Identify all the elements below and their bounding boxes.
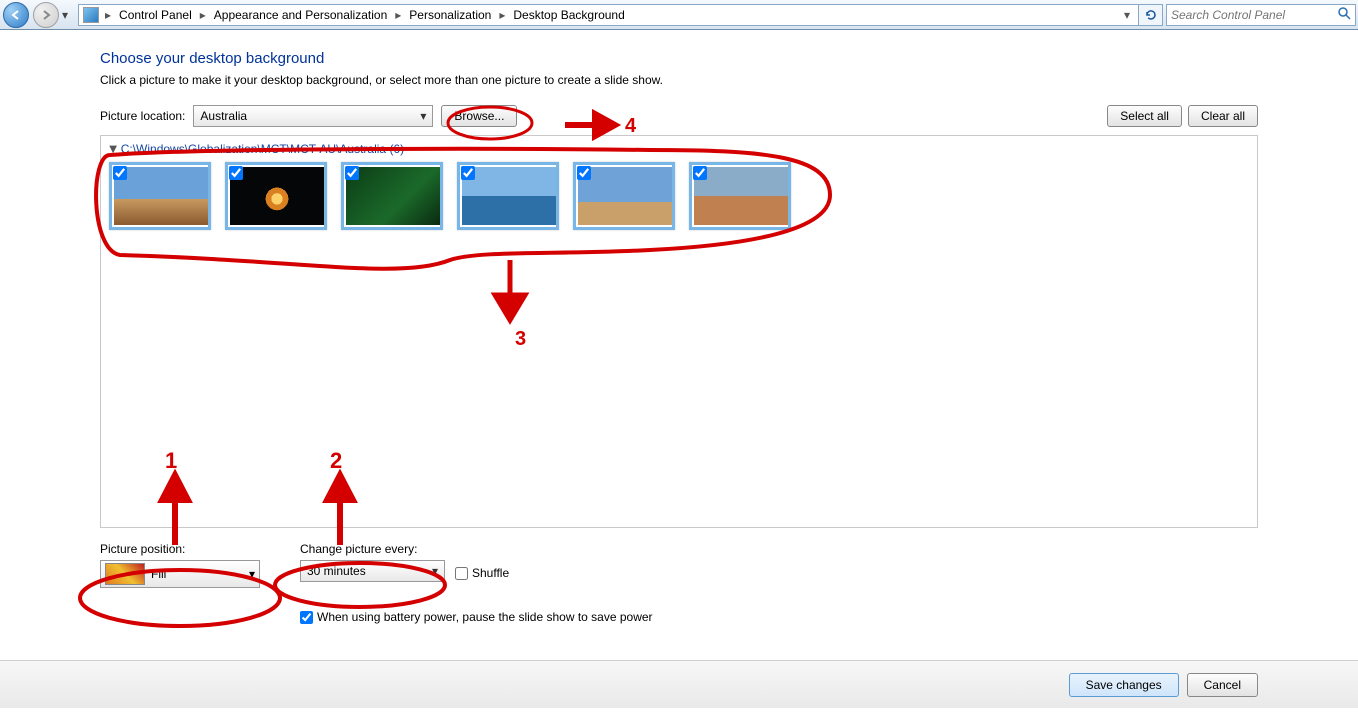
chevron-right-icon: ▸: [391, 8, 405, 22]
chevron-down-icon: ▾: [249, 567, 255, 581]
thumbnail-checkbox[interactable]: [577, 166, 591, 180]
thumbnail[interactable]: [341, 162, 443, 230]
shuffle-row: Shuffle: [455, 566, 509, 580]
thumbnail-image: [694, 167, 788, 225]
image-panel: ▶ C:\Windows\Globalization\MCT\MCT-AU\Au…: [100, 135, 1258, 528]
shuffle-checkbox[interactable]: [455, 567, 468, 580]
thumbnail-image: [462, 167, 556, 225]
chevron-right-icon: ▸: [495, 8, 509, 22]
thumbnail[interactable]: [689, 162, 791, 230]
battery-checkbox[interactable]: [300, 611, 313, 624]
thumbnail-checkbox[interactable]: [113, 166, 127, 180]
search-icon[interactable]: [1337, 6, 1351, 23]
shuffle-label: Shuffle: [472, 566, 509, 580]
group-header[interactable]: ▶ C:\Windows\Globalization\MCT\MCT-AU\Au…: [109, 142, 1249, 156]
thumbnail-checkbox[interactable]: [345, 166, 359, 180]
thumbnail[interactable]: [109, 162, 211, 230]
interval-label: Change picture every:: [300, 542, 653, 556]
crumb-desktop-background[interactable]: Desktop Background: [511, 8, 626, 22]
chevron-down-icon: ▾: [432, 564, 438, 578]
picture-location-value: Australia: [200, 109, 247, 123]
battery-row: When using battery power, pause the slid…: [300, 610, 653, 624]
thumbnail[interactable]: [225, 162, 327, 230]
interval-group: Change picture every: 30 minutes ▾ Shuff…: [300, 542, 653, 624]
page-title: Choose your desktop background: [100, 50, 1258, 67]
refresh-button[interactable]: [1139, 4, 1163, 26]
cancel-button[interactable]: Cancel: [1187, 673, 1258, 697]
select-all-button[interactable]: Select all: [1107, 105, 1182, 127]
chevron-down-icon: ▾: [420, 109, 426, 123]
bottom-controls: Picture position: Fill ▾ Change picture …: [100, 542, 1258, 624]
refresh-icon: [1144, 8, 1158, 22]
main-content: Choose your desktop background Click a p…: [0, 30, 1358, 624]
thumbnail-checkbox[interactable]: [229, 166, 243, 180]
thumbnail[interactable]: [457, 162, 559, 230]
chevron-right-icon: ▸: [101, 8, 115, 22]
group-path: C:\Windows\Globalization\MCT\MCT-AU\Aust…: [121, 142, 404, 156]
crumb-appearance[interactable]: Appearance and Personalization: [212, 8, 389, 22]
search-input[interactable]: [1171, 8, 1337, 22]
picture-position-group: Picture position: Fill ▾: [100, 542, 260, 588]
history-dropdown[interactable]: ▾: [62, 8, 74, 22]
breadcrumb-bar[interactable]: ▸ Control Panel ▸ Appearance and Persona…: [78, 4, 1139, 26]
interval-select[interactable]: 30 minutes ▾: [300, 560, 445, 582]
page-subtext: Click a picture to make it your desktop …: [100, 73, 1258, 87]
picture-location-select[interactable]: Australia ▾: [193, 105, 433, 127]
clear-all-button[interactable]: Clear all: [1188, 105, 1258, 127]
search-box[interactable]: [1166, 4, 1356, 26]
crumb-personalization[interactable]: Personalization: [407, 8, 493, 22]
control-panel-icon: [83, 7, 99, 23]
thumbnail-image: [114, 167, 208, 225]
action-bar: Save changes Cancel: [0, 660, 1358, 708]
position-preview-icon: [105, 563, 145, 585]
picture-position-label: Picture position:: [100, 542, 260, 556]
crumb-control-panel[interactable]: Control Panel: [117, 8, 194, 22]
picture-location-label: Picture location:: [100, 109, 185, 123]
thumbnail-image: [346, 167, 440, 225]
collapse-icon: ▶: [107, 145, 118, 153]
back-button[interactable]: [2, 2, 30, 28]
thumbnail-image: [230, 167, 324, 225]
thumbnail-checkbox[interactable]: [461, 166, 475, 180]
thumbnail-checkbox[interactable]: [693, 166, 707, 180]
address-bar: ▾ ▸ Control Panel ▸ Appearance and Perso…: [0, 0, 1358, 30]
browse-button[interactable]: Browse...: [441, 105, 517, 127]
thumbnail[interactable]: [573, 162, 675, 230]
chevron-right-icon: ▸: [196, 8, 210, 22]
picture-position-value: Fill: [151, 567, 166, 581]
battery-label: When using battery power, pause the slid…: [317, 610, 653, 624]
thumbnail-image: [578, 167, 672, 225]
thumbnail-list: [109, 162, 1249, 230]
save-changes-button[interactable]: Save changes: [1069, 673, 1179, 697]
address-dropdown-icon[interactable]: ▾: [1120, 8, 1134, 22]
interval-value: 30 minutes: [307, 564, 366, 578]
picture-position-select[interactable]: Fill ▾: [100, 560, 260, 588]
forward-button[interactable]: [32, 2, 60, 28]
picture-location-row: Picture location: Australia ▾ Browse... …: [100, 105, 1258, 127]
